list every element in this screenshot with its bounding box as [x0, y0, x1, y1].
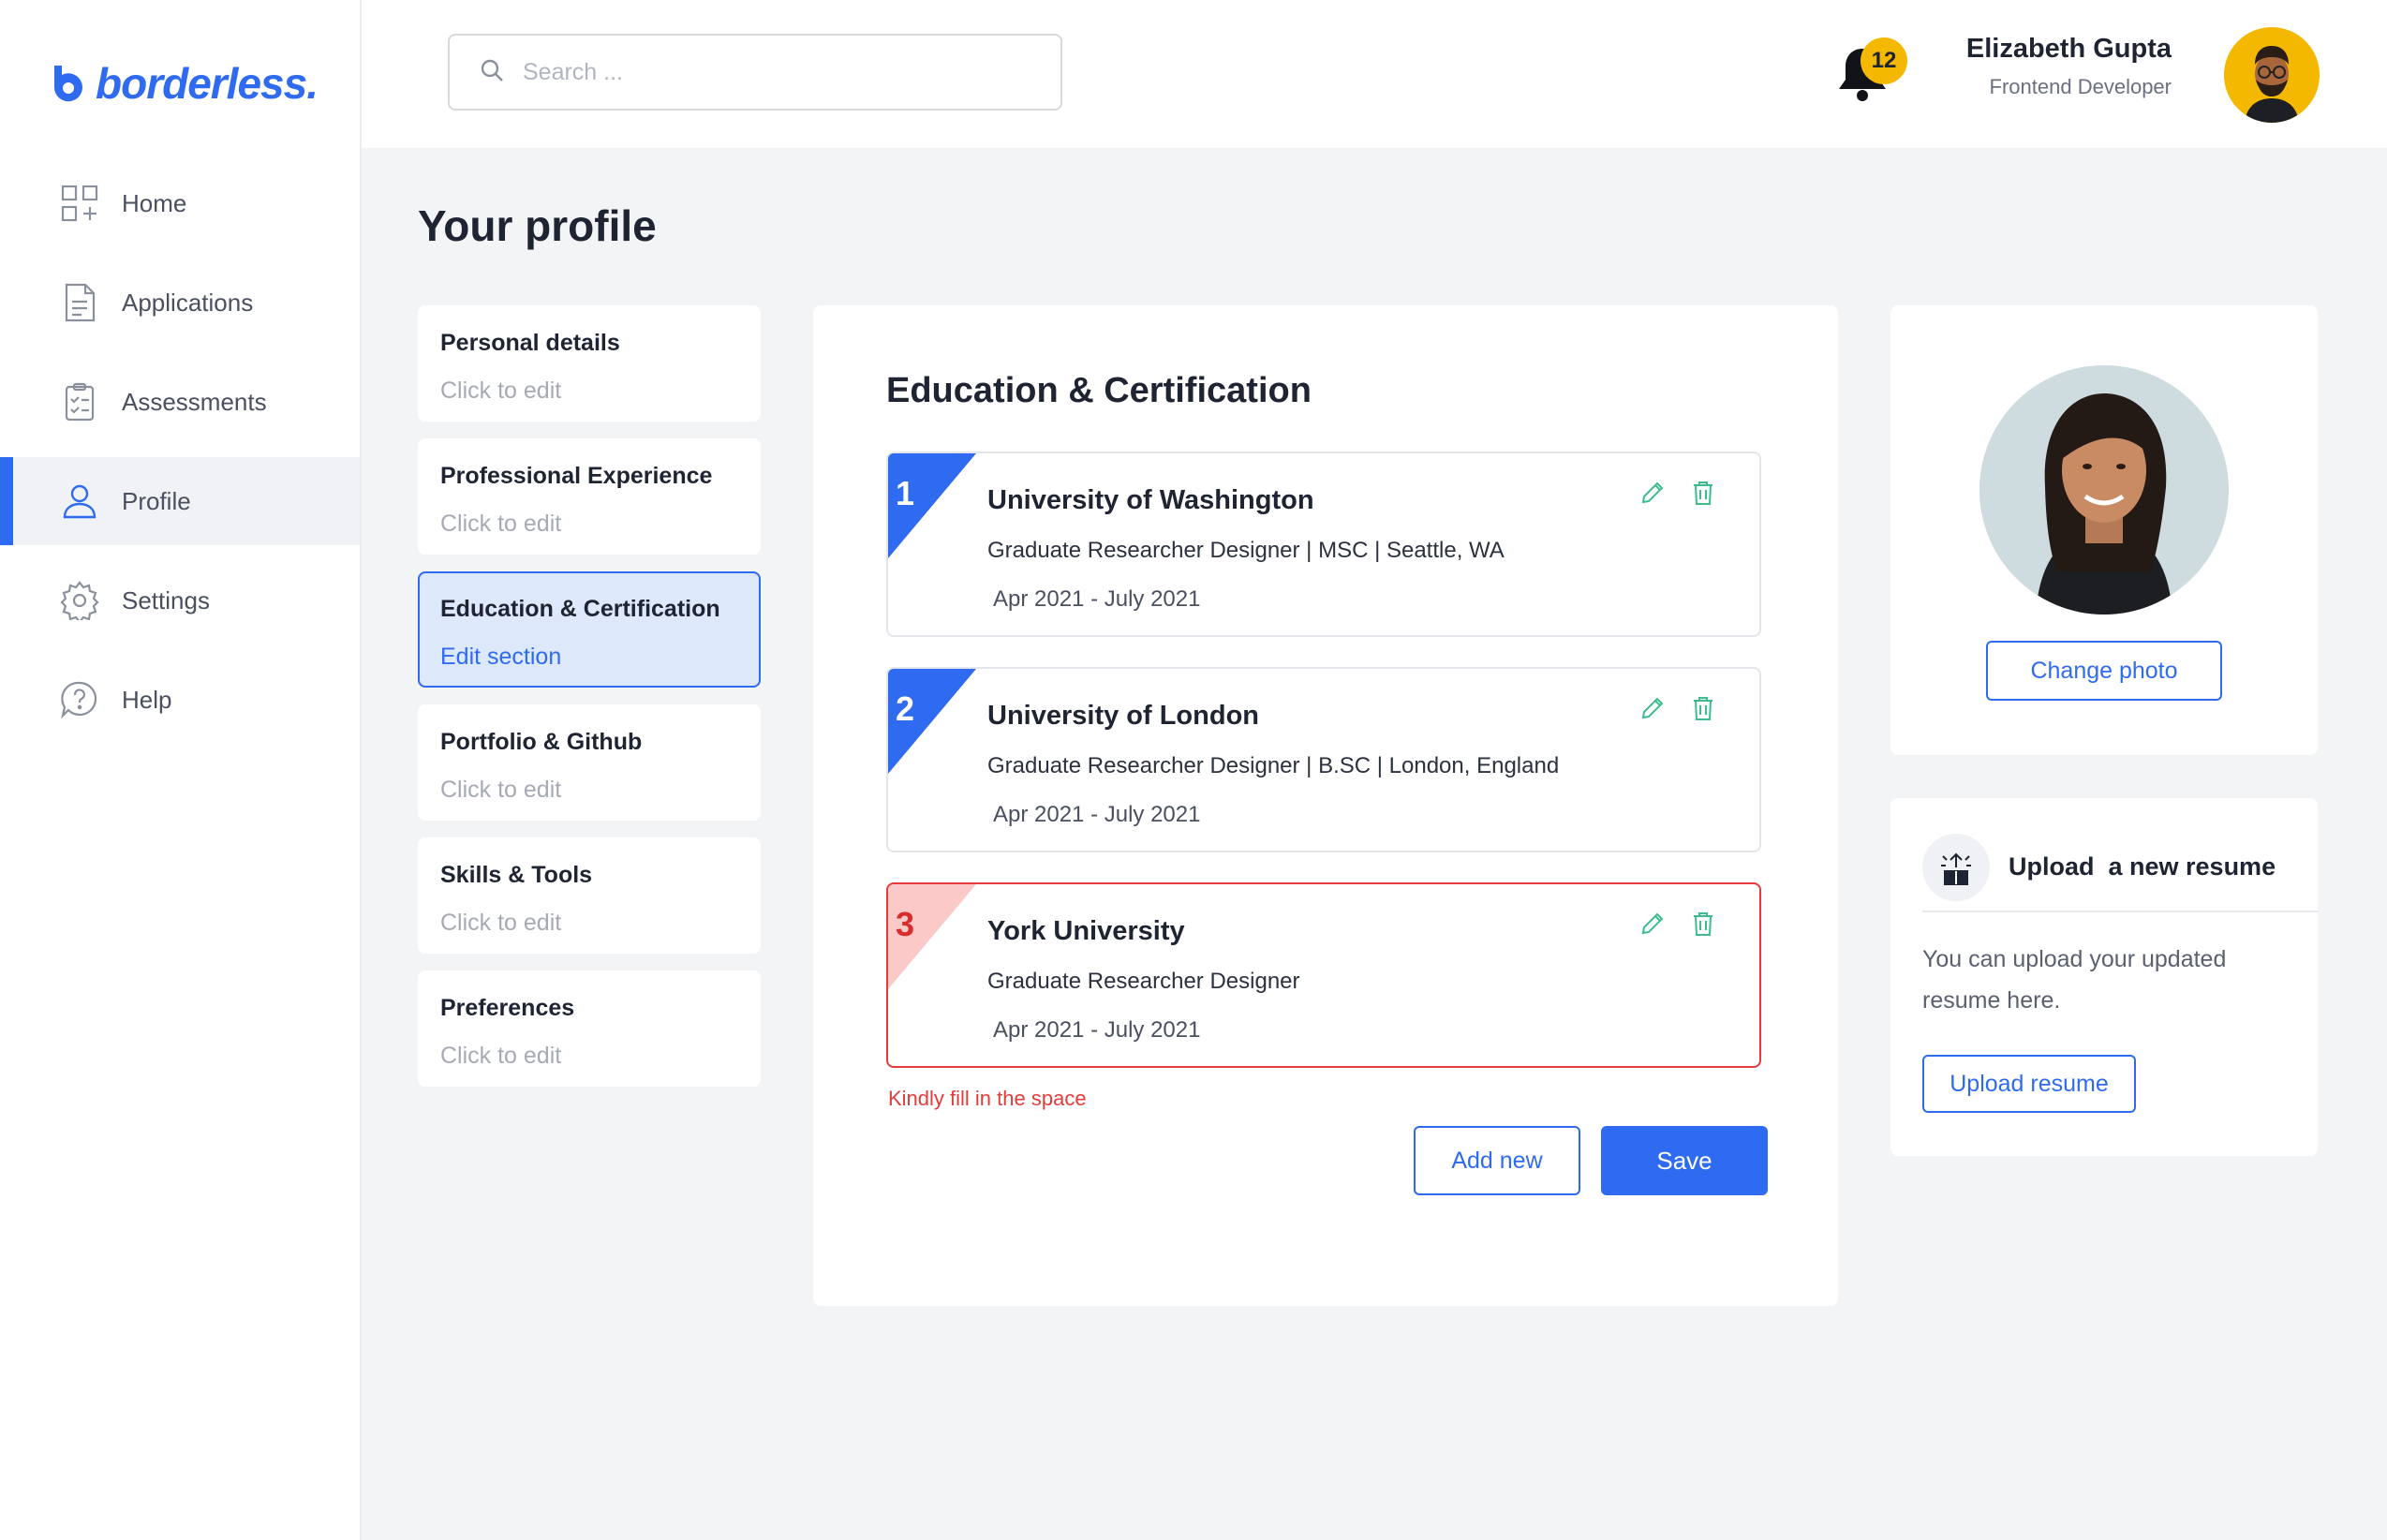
- section-subtitle: Click to edit: [440, 1043, 562, 1069]
- search-box[interactable]: [448, 34, 1062, 111]
- brand-name: borderless.: [96, 59, 319, 108]
- section-subtitle: Click to edit: [440, 511, 562, 537]
- education-heading: Education & Certification: [886, 371, 1312, 410]
- validation-error-message: Kindly fill in the space: [888, 1087, 1087, 1110]
- section-title: Skills & Tools: [440, 862, 593, 888]
- nav-item-applications[interactable]: Applications: [0, 259, 360, 347]
- search-icon: [480, 58, 504, 87]
- trash-icon[interactable]: [1688, 478, 1718, 508]
- nav-item-assessments[interactable]: Assessments: [0, 358, 360, 446]
- entry-actions: [1638, 478, 1718, 508]
- entry-details: Graduate Researcher Designer: [987, 969, 1300, 994]
- user-name: Elizabeth Gupta: [1965, 34, 2172, 64]
- trash-icon[interactable]: [1688, 693, 1718, 723]
- help-chat-icon: [60, 680, 99, 719]
- entry-actions: [1638, 693, 1718, 723]
- notification-count-badge: 12: [1861, 37, 1907, 84]
- search-input[interactable]: [523, 58, 1047, 86]
- entry-number: 1: [896, 474, 915, 512]
- save-button[interactable]: Save: [1601, 1126, 1768, 1195]
- nav-label-home: Home: [122, 188, 187, 217]
- entry-number: 2: [896, 689, 915, 728]
- logo-icon: [53, 66, 82, 102]
- upload-resume-card: Upload a new resume You can upload your …: [1890, 798, 2318, 1156]
- section-title: Portfolio & Github: [440, 729, 643, 755]
- entry-school: York University: [987, 916, 1185, 946]
- avatar[interactable]: [2224, 27, 2320, 123]
- resume-upload-icon: [1922, 834, 1990, 901]
- entry-date: Apr 2021 - July 2021: [993, 802, 1201, 827]
- brand-logo[interactable]: borderless.: [51, 58, 319, 109]
- section-subtitle: Click to edit: [440, 777, 562, 803]
- divider: [1922, 911, 2318, 912]
- education-panel: Education & Certification 1 University o…: [813, 305, 1838, 1306]
- avatar-illustration: [2224, 27, 2320, 123]
- entry-actions: [1638, 909, 1718, 939]
- profile-photo-illustration: [1979, 365, 2229, 615]
- add-new-button[interactable]: Add new: [1414, 1126, 1580, 1195]
- nav-item-profile[interactable]: Profile: [0, 457, 360, 545]
- section-subtitle: Edit section: [440, 644, 562, 670]
- entry-school: University of London: [987, 701, 1259, 731]
- entry-number: 3: [896, 905, 915, 943]
- section-subtitle: Click to edit: [440, 910, 562, 936]
- edit-pencil-icon[interactable]: [1638, 909, 1668, 939]
- nav-label-help: Help: [122, 685, 172, 714]
- section-title: Personal details: [440, 330, 620, 356]
- change-photo-button[interactable]: Change photo: [1986, 641, 2222, 701]
- section-education-certification[interactable]: Education & Certification Edit section: [418, 571, 761, 688]
- nav-label-assessments: Assessments: [122, 387, 267, 416]
- section-professional-experience[interactable]: Professional Experience Click to edit: [418, 438, 761, 555]
- upload-resume-button[interactable]: Upload resume: [1922, 1055, 2136, 1113]
- entry-date: Apr 2021 - July 2021: [993, 586, 1201, 612]
- nav-item-home[interactable]: Home: [0, 159, 360, 247]
- section-skills-tools[interactable]: Skills & Tools Click to edit: [418, 837, 761, 954]
- nav-label-settings: Settings: [122, 585, 210, 615]
- section-title: Professional Experience: [440, 463, 713, 489]
- edit-pencil-icon[interactable]: [1638, 478, 1668, 508]
- home-grid-icon: [60, 184, 99, 223]
- profile-photo: [1979, 365, 2229, 615]
- education-entry-error: 3 York University Graduate Researcher De…: [886, 882, 1761, 1068]
- nav-item-settings[interactable]: Settings: [0, 556, 360, 644]
- entry-details: Graduate Researcher Designer | B.SC | Lo…: [987, 753, 1560, 778]
- education-entry: 1 University of Washington Graduate Rese…: [886, 452, 1761, 637]
- gear-icon: [60, 581, 99, 620]
- profile-photo-card: Change photo: [1890, 305, 2318, 755]
- document-icon: [60, 283, 99, 322]
- entry-school: University of Washington: [987, 485, 1314, 515]
- resume-card-title: Upload a new resume: [2009, 852, 2276, 881]
- top-header: 12 Elizabeth Gupta Frontend Developer: [362, 0, 2387, 148]
- main-nav: Home Applications Assessments Profile Se…: [0, 159, 360, 755]
- section-portfolio-github[interactable]: Portfolio & Github Click to edit: [418, 704, 761, 821]
- profile-section-list: Personal details Click to edit Professio…: [418, 305, 761, 1103]
- sidebar: borderless. Home Applications Assessment…: [0, 0, 362, 1540]
- nav-label-applications: Applications: [122, 288, 254, 317]
- education-entry: 2 University of London Graduate Research…: [886, 667, 1761, 852]
- section-title: Education & Certification: [440, 596, 720, 622]
- nav-label-profile: Profile: [122, 486, 191, 515]
- trash-icon[interactable]: [1688, 909, 1718, 939]
- section-subtitle: Click to edit: [440, 378, 562, 404]
- user-icon: [60, 481, 99, 521]
- clipboard-check-icon: [60, 382, 99, 422]
- section-preferences[interactable]: Preferences Click to edit: [418, 970, 761, 1087]
- entry-date: Apr 2021 - July 2021: [993, 1017, 1201, 1043]
- edit-pencil-icon[interactable]: [1638, 693, 1668, 723]
- user-role: Frontend Developer: [1989, 75, 2172, 98]
- resume-card-description: You can upload your updated resume here.: [1922, 946, 2227, 1014]
- section-personal-details[interactable]: Personal details Click to edit: [418, 305, 761, 422]
- page-title: Your profile: [418, 201, 657, 250]
- entry-details: Graduate Researcher Designer | MSC | Sea…: [987, 538, 1505, 563]
- section-title: Preferences: [440, 995, 575, 1021]
- nav-item-help[interactable]: Help: [0, 656, 360, 744]
